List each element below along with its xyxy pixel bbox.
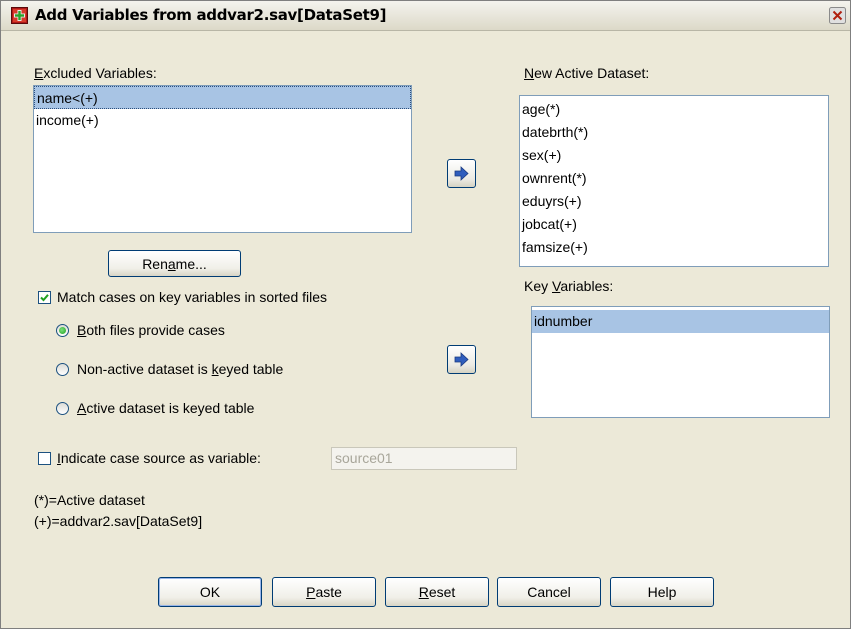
radio-both-files[interactable]	[56, 324, 69, 337]
arrow-right-icon	[454, 166, 469, 181]
indicate-source-label: Indicate case source as variable:	[57, 450, 261, 466]
window-title: Add Variables from addvar2.sav[DataSet9]	[35, 6, 387, 24]
list-item[interactable]: name<(+)	[34, 86, 411, 109]
list-item[interactable]: age(*)	[520, 98, 828, 121]
radio-selected-dot	[59, 327, 66, 334]
radio-active-keyed[interactable]	[56, 402, 69, 415]
radio-non-active-keyed[interactable]	[56, 363, 69, 376]
list-item[interactable]: eduyrs(+)	[520, 190, 828, 213]
dialog-window: Add Variables from addvar2.sav[DataSet9]…	[0, 0, 851, 629]
new-active-dataset-label: New Active Dataset:	[524, 65, 650, 81]
rename-button[interactable]: Rename...	[108, 250, 241, 277]
excluded-variables-list[interactable]: name<(+) income(+)	[33, 85, 412, 233]
help-button[interactable]: Help	[610, 577, 714, 607]
list-item[interactable]: ownrent(*)	[520, 167, 828, 190]
match-cases-label: Match cases on key variables in sorted f…	[57, 289, 328, 305]
radio-non-active-keyed-label[interactable]: Non-active dataset is keyed table	[77, 361, 283, 377]
source-variable-input[interactable]: source01	[331, 447, 517, 470]
list-item[interactable]: idnumber	[532, 310, 829, 333]
radio-active-keyed-label[interactable]: Active dataset is keyed table	[77, 400, 254, 416]
close-icon[interactable]	[829, 7, 846, 24]
list-item[interactable]: famsize(+)	[520, 236, 828, 259]
match-cases-checkbox[interactable]	[38, 291, 51, 304]
move-to-active-button[interactable]	[447, 159, 476, 188]
checkmark-icon	[40, 294, 49, 302]
key-variables-list[interactable]: idnumber	[531, 306, 830, 418]
key-variables-label: Key Variables:	[524, 278, 614, 294]
new-active-dataset-list[interactable]: age(*) datebrth(*) sex(+) ownrent(*) edu…	[519, 95, 829, 267]
radio-both-files-label[interactable]: Both files provide cases	[77, 322, 225, 338]
arrow-right-icon	[454, 352, 469, 367]
list-item[interactable]: income(+)	[34, 109, 411, 132]
legend-added: (+)=addvar2.sav[DataSet9]	[34, 513, 203, 529]
paste-button[interactable]: Paste	[272, 577, 376, 607]
ok-button[interactable]: OK	[158, 577, 262, 607]
reset-button[interactable]: Reset	[385, 577, 489, 607]
app-icon	[11, 7, 28, 24]
list-item[interactable]: datebrth(*)	[520, 121, 828, 144]
list-item[interactable]: sex(+)	[520, 144, 828, 167]
excluded-variables-label: Excluded Variables:	[34, 65, 157, 81]
cancel-button[interactable]: Cancel	[497, 577, 601, 607]
legend-active: (*)=Active dataset	[34, 492, 145, 508]
indicate-source-checkbox[interactable]	[38, 452, 51, 465]
list-item[interactable]: jobcat(+)	[520, 213, 828, 236]
move-to-key-button[interactable]	[447, 345, 476, 374]
title-bar[interactable]: Add Variables from addvar2.sav[DataSet9]	[1, 1, 850, 31]
